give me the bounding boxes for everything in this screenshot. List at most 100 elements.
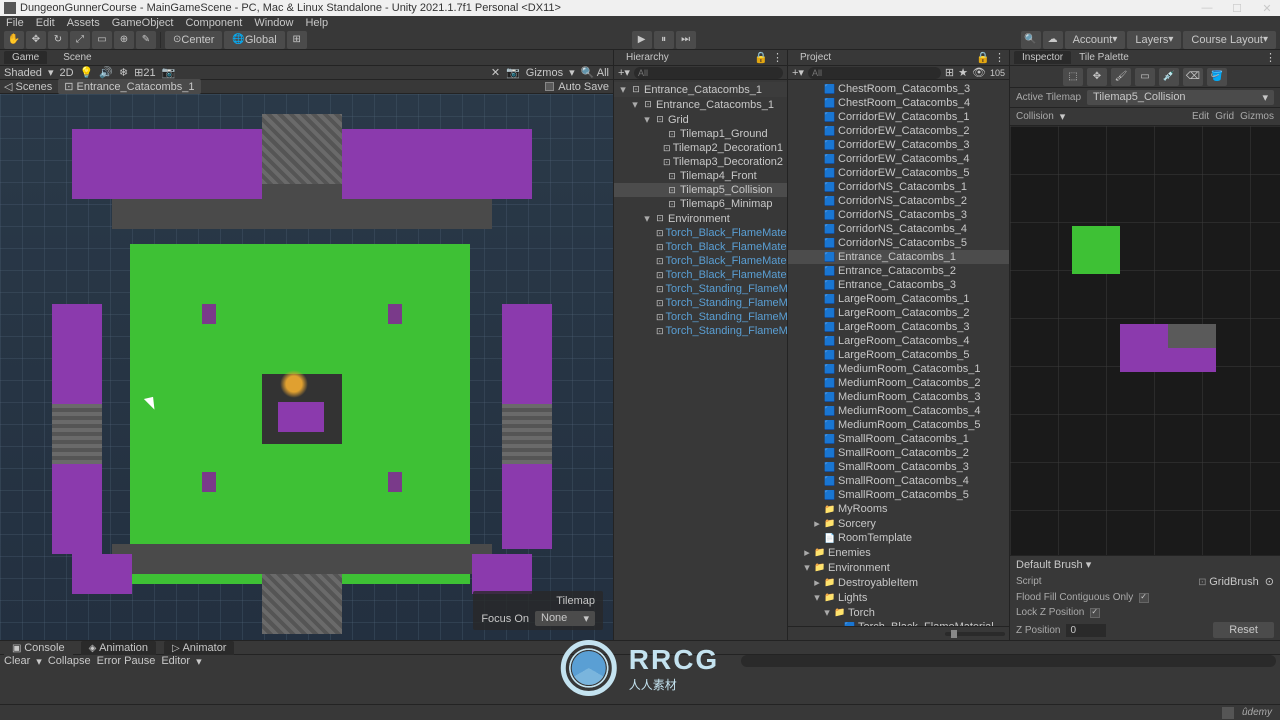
audio-icon[interactable]: 🔊 bbox=[99, 66, 113, 79]
project-item[interactable]: 🟦CorridorNS_Catacombs_3 bbox=[788, 208, 1009, 222]
hierarchy-item[interactable]: ⊡Tilemap2_Decoration1 bbox=[614, 141, 787, 155]
project-item[interactable]: 🟦CorridorNS_Catacombs_2 bbox=[788, 194, 1009, 208]
palette-fill-tool[interactable]: 🪣 bbox=[1207, 68, 1227, 86]
script-picker-icon[interactable]: ⊙ bbox=[1265, 575, 1274, 588]
breadcrumb-prefab[interactable]: ⊡ Entrance_Catacombs_1 bbox=[58, 79, 200, 94]
gizmos-dropdown[interactable]: Gizmos bbox=[526, 67, 563, 79]
project-item[interactable]: 🟦CorridorEW_Catacombs_1 bbox=[788, 110, 1009, 124]
step-button[interactable]: ⏭ bbox=[676, 31, 696, 49]
project-menu-icon[interactable]: ⋮ bbox=[994, 51, 1005, 64]
layers-dropdown[interactable]: Layers ▾ bbox=[1127, 31, 1181, 49]
cloud-button[interactable]: ☁ bbox=[1043, 31, 1063, 49]
scale-tool[interactable]: ⤢ bbox=[70, 31, 90, 49]
project-item[interactable]: 🟦SmallRoom_Catacombs_3 bbox=[788, 460, 1009, 474]
project-item[interactable]: 🟦ChestRoom_Catacombs_4 bbox=[788, 96, 1009, 110]
tab-inspector[interactable]: Inspector bbox=[1014, 51, 1071, 64]
global-button[interactable]: 🌐 Global bbox=[224, 31, 284, 49]
project-item[interactable]: 🟦LargeRoom_Catacombs_3 bbox=[788, 320, 1009, 334]
breadcrumb-scenes[interactable]: ◁ Scenes bbox=[4, 80, 52, 93]
grid-toggle[interactable]: Grid bbox=[1215, 111, 1234, 122]
tab-animator[interactable]: ▷ Animator bbox=[164, 641, 235, 655]
hierarchy-item[interactable]: ⊡Tilemap3_Decoration2 bbox=[614, 155, 787, 169]
pause-button[interactable]: ⏸ bbox=[654, 31, 674, 49]
console-search[interactable] bbox=[741, 655, 1276, 667]
project-item[interactable]: ▸📁DestroyableItem bbox=[788, 575, 1009, 590]
hierarchy-item[interactable]: ▾⊡Environment bbox=[614, 211, 787, 226]
hierarchy-item[interactable]: ⊡Torch_Standing_FlameMa▸ bbox=[614, 310, 787, 324]
rotate-tool[interactable]: ↻ bbox=[48, 31, 68, 49]
hierarchy-item[interactable]: ⊡Torch_Black_FlameMater▸ bbox=[614, 226, 787, 240]
project-item[interactable]: 🟦MediumRoom_Catacombs_1 bbox=[788, 362, 1009, 376]
console-editor[interactable]: Editor bbox=[161, 655, 190, 667]
lock-z-checkbox[interactable] bbox=[1090, 608, 1100, 618]
project-item[interactable]: 📁MyRooms bbox=[788, 502, 1009, 516]
hierarchy-item[interactable]: ⊡Torch_Standing_FlameMa▸ bbox=[614, 324, 787, 338]
2d-toggle[interactable]: 2D bbox=[59, 67, 73, 79]
palette-tile-purple2[interactable] bbox=[1120, 348, 1216, 372]
tab-hierarchy[interactable]: Hierarchy bbox=[618, 51, 677, 64]
project-item[interactable]: 🟦SmallRoom_Catacombs_2 bbox=[788, 446, 1009, 460]
project-item[interactable]: 📄RoomTemplate bbox=[788, 531, 1009, 545]
palette-tile-green[interactable] bbox=[1072, 226, 1120, 274]
project-item[interactable]: 🟦CorridorEW_Catacombs_2 bbox=[788, 124, 1009, 138]
filter-icon[interactable]: ⊞ bbox=[945, 66, 954, 79]
hidden-icon[interactable]: 👁 bbox=[972, 66, 986, 79]
snap-button[interactable]: ⊞ bbox=[287, 31, 307, 49]
layout-dropdown[interactable]: Course Layout ▾ bbox=[1183, 31, 1276, 49]
hierarchy-item[interactable]: ⊡Torch_Black_FlameMater▸ bbox=[614, 240, 787, 254]
project-item[interactable]: 🟦Entrance_Catacombs_1 bbox=[788, 250, 1009, 264]
project-add-button[interactable]: +▾ bbox=[792, 66, 804, 79]
project-lock-icon[interactable]: 🔒 bbox=[976, 51, 990, 64]
menu-gameobject[interactable]: GameObject bbox=[112, 17, 174, 29]
project-item[interactable]: ▾📁Lights bbox=[788, 590, 1009, 605]
hierarchy-item[interactable]: ⊡Tilemap4_Front bbox=[614, 169, 787, 183]
project-item[interactable]: 🟦Entrance_Catacombs_2 bbox=[788, 264, 1009, 278]
play-button[interactable]: ▶ bbox=[632, 31, 652, 49]
account-dropdown[interactable]: Account ▾ bbox=[1065, 31, 1126, 49]
tool-x-icon[interactable]: ✕ bbox=[491, 66, 500, 79]
hierarchy-item[interactable]: ⊡Torch_Standing_FlameMa▸ bbox=[614, 282, 787, 296]
fx-icon[interactable]: ❄ bbox=[119, 66, 128, 79]
tab-game[interactable]: Game bbox=[4, 51, 47, 64]
palette-select-tool[interactable]: ⬚ bbox=[1063, 68, 1083, 86]
rect-tool[interactable]: ▭ bbox=[92, 31, 112, 49]
hand-tool[interactable]: ✋ bbox=[4, 31, 24, 49]
flood-fill-checkbox[interactable] bbox=[1139, 593, 1149, 603]
search-all[interactable]: 🔍 All bbox=[581, 66, 609, 79]
close-button[interactable]: ✕ bbox=[1258, 2, 1276, 15]
edit-button[interactable]: Edit bbox=[1192, 111, 1209, 122]
project-item[interactable]: ▸📁Enemies bbox=[788, 545, 1009, 560]
menu-file[interactable]: File bbox=[6, 17, 24, 29]
project-item[interactable]: 🟦CorridorNS_Catacombs_5 bbox=[788, 236, 1009, 250]
menu-window[interactable]: Window bbox=[254, 17, 293, 29]
favorite-icon[interactable]: ★ bbox=[958, 66, 968, 79]
project-search[interactable] bbox=[808, 67, 941, 79]
project-zoom-slider[interactable] bbox=[945, 632, 1005, 636]
project-item[interactable]: 🟦SmallRoom_Catacombs_5 bbox=[788, 488, 1009, 502]
menu-edit[interactable]: Edit bbox=[36, 17, 55, 29]
hierarchy-item[interactable]: ⊡Tilemap1_Ground bbox=[614, 127, 787, 141]
tab-console[interactable]: ▣ Console bbox=[4, 641, 73, 655]
project-item[interactable]: 🟦SmallRoom_Catacombs_1 bbox=[788, 432, 1009, 446]
minimize-button[interactable]: — bbox=[1198, 2, 1216, 15]
project-item[interactable]: 🟦LargeRoom_Catacombs_1 bbox=[788, 292, 1009, 306]
camera-icon[interactable]: 📷 bbox=[162, 66, 176, 79]
tool-camera-icon[interactable]: 📷 bbox=[506, 66, 520, 79]
palette-move-tool[interactable]: ✥ bbox=[1087, 68, 1107, 86]
shaded-dropdown[interactable]: Shaded bbox=[4, 67, 42, 79]
scale-icon[interactable]: ⊞21 bbox=[134, 66, 155, 79]
active-tilemap-dropdown[interactable]: Tilemap5_Collision▾ bbox=[1087, 90, 1274, 105]
scene-view[interactable]: Tilemap Focus On None▾ bbox=[0, 94, 613, 640]
hierarchy-root[interactable]: ▾⊡Entrance_Catacombs_1 bbox=[614, 82, 787, 97]
brush-dropdown[interactable]: Default Brush ▾ bbox=[1016, 558, 1091, 571]
tab-animation[interactable]: ◈ Animation bbox=[81, 641, 156, 655]
custom-tool[interactable]: ✎ bbox=[136, 31, 156, 49]
hierarchy-item[interactable]: ⊡Torch_Black_FlameMater▸ bbox=[614, 254, 787, 268]
light-icon[interactable]: 💡 bbox=[80, 66, 94, 79]
move-tool[interactable]: ✥ bbox=[26, 31, 46, 49]
reset-button[interactable]: Reset bbox=[1213, 622, 1274, 638]
project-item[interactable]: 🟦ChestRoom_Catacombs_3 bbox=[788, 82, 1009, 96]
console-error-pause[interactable]: Error Pause bbox=[97, 655, 156, 667]
menu-assets[interactable]: Assets bbox=[67, 17, 100, 29]
project-item[interactable]: 🟦SmallRoom_Catacombs_4 bbox=[788, 474, 1009, 488]
